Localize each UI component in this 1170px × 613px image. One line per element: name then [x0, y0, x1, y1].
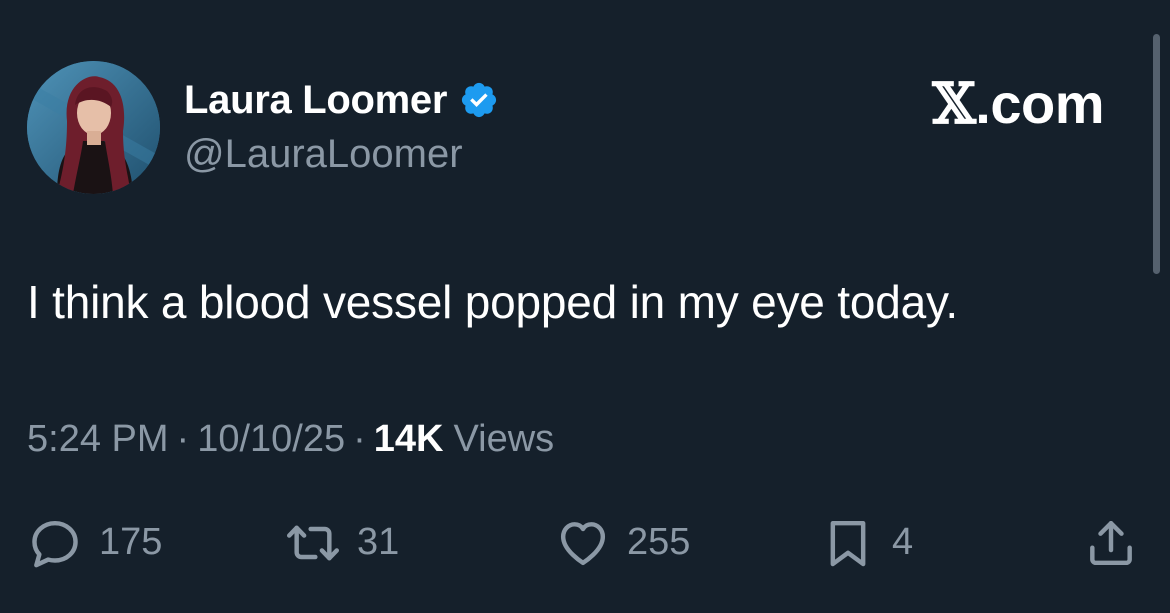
views-count[interactable]: 14K [374, 412, 444, 466]
meta-separator: · [176, 418, 190, 460]
brand-suffix: .com [975, 72, 1104, 135]
repost-count: 31 [357, 521, 400, 563]
verified-badge-icon[interactable] [459, 80, 499, 120]
avatar[interactable] [27, 61, 160, 194]
author-name-row: Laura Loomer [184, 74, 499, 126]
meta-separator: · [353, 418, 366, 460]
heart-icon [555, 515, 611, 571]
share-button[interactable] [1083, 505, 1139, 580]
bookmark-button[interactable]: 4 [820, 505, 913, 580]
share-icon [1083, 515, 1139, 571]
x-logo-icon: 𝕏 [932, 71, 976, 137]
avatar-image [27, 61, 160, 194]
repost-button[interactable]: 31 [285, 505, 399, 580]
views-label[interactable]: Views [453, 412, 554, 466]
tweet-actions-bar: 175 31 255 4 [0, 505, 1170, 580]
bookmark-icon [820, 515, 876, 571]
scrollbar[interactable] [1153, 34, 1160, 274]
tweet-card: Laura Loomer @LauraLoomer 𝕏.com I think … [0, 0, 1170, 613]
like-count: 255 [627, 521, 691, 563]
reply-count: 175 [99, 521, 163, 563]
repost-icon [285, 515, 341, 571]
x-com-brand: 𝕏.com [932, 72, 1104, 136]
tweet-date[interactable]: 10/10/25 [197, 412, 345, 466]
author-display-name[interactable]: Laura Loomer [184, 74, 447, 126]
reply-button[interactable]: 175 [27, 505, 162, 580]
tweet-text: I think a blood vessel popped in my eye … [27, 276, 958, 328]
reply-icon [27, 515, 83, 571]
author-handle[interactable]: @LauraLoomer [184, 128, 463, 180]
tweet-time[interactable]: 5:24 PM [27, 412, 169, 466]
like-button[interactable]: 255 [555, 505, 690, 580]
tweet-meta: 5:24 PM · 10/10/25 · 14K Views [27, 412, 554, 466]
bookmark-count: 4 [892, 521, 914, 563]
